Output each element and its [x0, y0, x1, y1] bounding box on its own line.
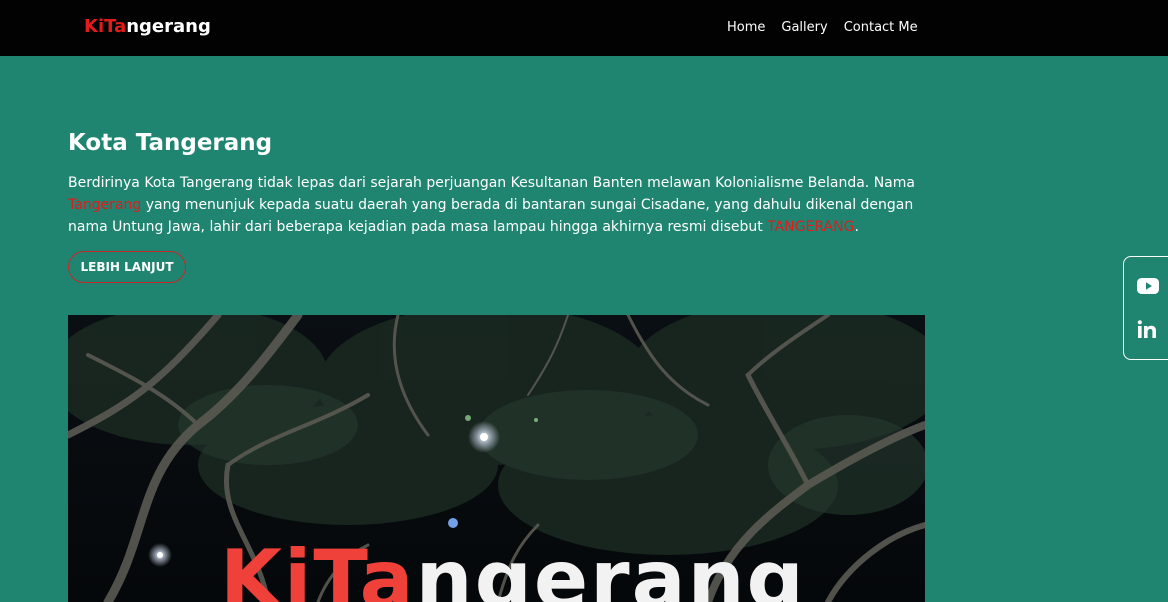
hero-sign-text: KiTangerang: [220, 533, 806, 602]
page-title: Kota Tangerang: [68, 130, 273, 156]
brand-logo[interactable]: KiTangerang: [84, 16, 211, 38]
read-more-button[interactable]: LEBIH LANJUT: [68, 251, 186, 283]
desc-text-3: .: [854, 219, 859, 235]
navbar: KiTangerang Home Gallery Contact Me: [0, 0, 1168, 56]
hero-photo-illustration: KiTangerang: [68, 315, 925, 602]
hero-image: KiTangerang: [68, 315, 925, 602]
intro-paragraph: Berdirinya Kota Tangerang tidak lepas da…: [68, 172, 918, 238]
hero-sign-part1: KiTa: [220, 533, 416, 602]
brand-part1: KiTa: [84, 16, 127, 37]
social-sidebar: [1123, 256, 1168, 360]
brand-part2: ngerang: [126, 16, 211, 37]
nav-contact-link[interactable]: Contact Me: [844, 19, 918, 36]
hero-sign-part2: ngerang: [416, 533, 806, 602]
linkedin-icon[interactable]: [1137, 320, 1157, 338]
nav-gallery-link[interactable]: Gallery: [781, 19, 827, 36]
desc-text-1: Berdirinya Kota Tangerang tidak lepas da…: [68, 175, 915, 191]
desc-highlight-2: TANGERANG: [767, 219, 855, 235]
nav-links: Home Gallery Contact Me: [727, 19, 918, 36]
desc-highlight-1: Tangerang: [68, 197, 142, 213]
nav-home-link[interactable]: Home: [727, 19, 765, 36]
youtube-icon[interactable]: [1137, 278, 1159, 294]
